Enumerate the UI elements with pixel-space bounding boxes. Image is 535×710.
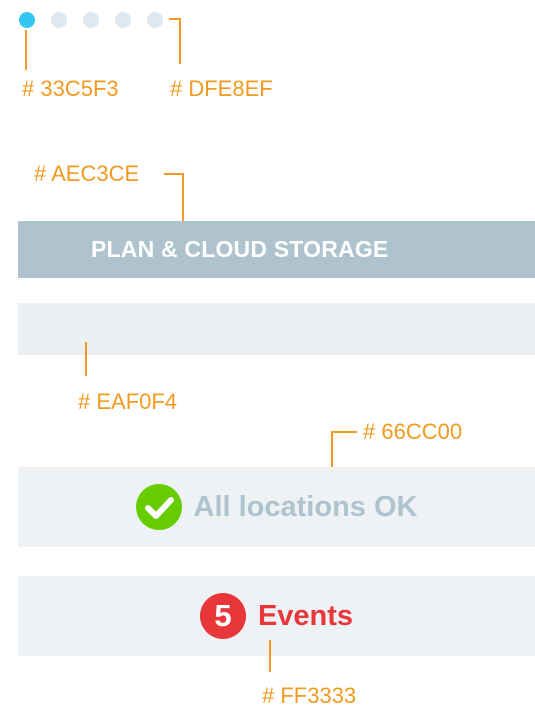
annotation-leader: [331, 431, 357, 433]
events-count-badge: 5: [199, 593, 246, 639]
locations-status-bar[interactable]: All locations OK: [18, 467, 535, 547]
annotation-inactive-dot-color: # DFE8EF: [170, 76, 273, 101]
locations-status-text: All locations OK: [193, 490, 418, 523]
annotation-leader: [182, 173, 184, 225]
plan-cloud-storage-label: PLAN & CLOUD STORAGE: [91, 236, 389, 262]
events-label: Events: [257, 599, 354, 632]
annotation-plan-bar-color: # AEC3CE: [34, 161, 140, 186]
plan-cloud-storage-bar[interactable]: PLAN & CLOUD STORAGE: [18, 221, 535, 278]
events-bar[interactable]: 5 Events: [18, 576, 535, 656]
annotation-leader: [179, 18, 181, 64]
annotation-leader: [25, 30, 27, 70]
annotation-leader: [164, 173, 184, 175]
pagination-dots: [19, 12, 169, 30]
annotation-empty-bar-color: # EAF0F4: [78, 389, 178, 414]
pagination-dot[interactable]: [51, 12, 67, 28]
pagination-dot-active[interactable]: [19, 12, 35, 28]
empty-row-bar: [18, 303, 535, 355]
annotation-active-dot-color: # 33C5F3: [22, 76, 119, 101]
pagination-dot[interactable]: [147, 12, 163, 28]
annotation-leader: [269, 640, 271, 672]
annotation-events-color: # FF3333: [262, 683, 357, 708]
pagination-dot[interactable]: [115, 12, 131, 28]
checkmark-circle-icon: [135, 484, 182, 530]
annotation-leader: [85, 342, 87, 376]
annotation-status-color: # 66CC00: [363, 419, 463, 444]
pagination-dot[interactable]: [83, 12, 99, 28]
